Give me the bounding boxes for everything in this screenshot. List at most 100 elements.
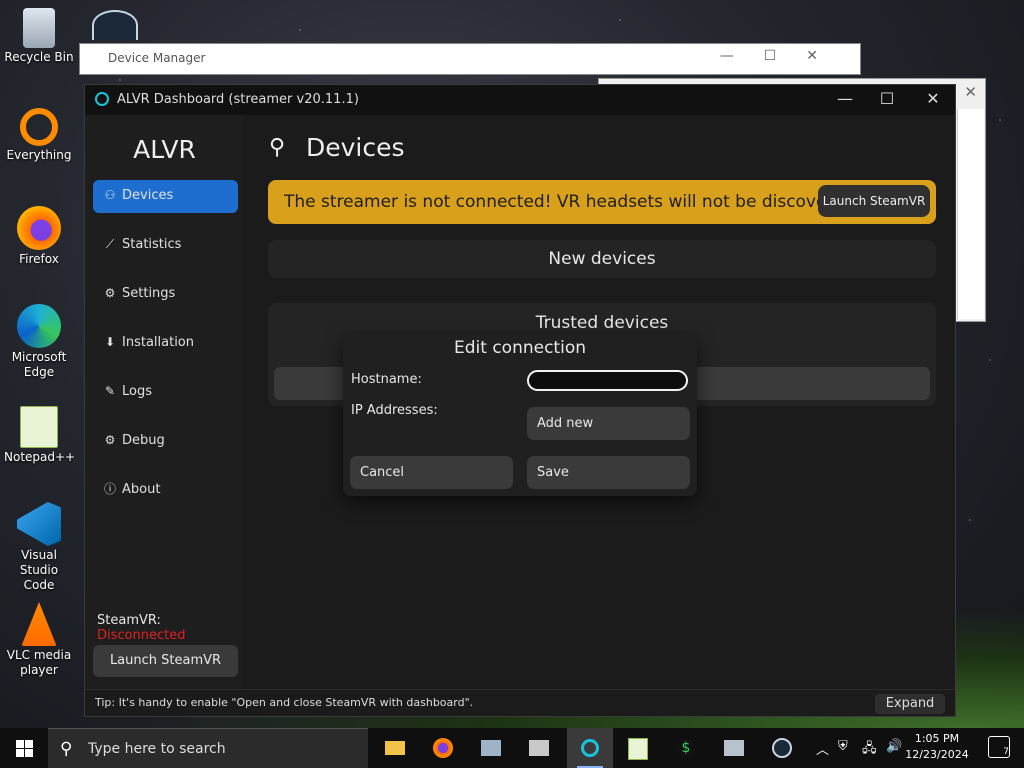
app-brand: ALVR bbox=[133, 135, 196, 164]
taskbar-steam[interactable] bbox=[759, 728, 805, 768]
desktop-icon-vlc[interactable]: VLC media player bbox=[4, 602, 74, 678]
volume-icon[interactable]: 🔊 bbox=[886, 739, 902, 754]
title-bar[interactable]: ALVR Dashboard (streamer v20.11.1) — ☐ ✕ bbox=[85, 85, 955, 115]
sidebar-item-label: Statistics bbox=[122, 237, 182, 252]
notification-center-button[interactable]: 7 bbox=[988, 736, 1010, 758]
device-manager-controls[interactable]: —☐✕ bbox=[720, 48, 848, 64]
ip-addresses-label: IP Addresses: bbox=[351, 403, 438, 418]
sidebar-item-debug[interactable]: ⚙ Debug bbox=[93, 425, 238, 458]
taskbar-app-8[interactable] bbox=[711, 728, 757, 768]
desktop-icon-label: Everything bbox=[6, 148, 72, 162]
steamvr-status: SteamVR: Disconnected bbox=[97, 613, 244, 643]
desktop-icon-edge[interactable]: Microsoft Edge bbox=[4, 304, 74, 380]
plug-icon: ⚲ bbox=[269, 135, 286, 160]
desktop-icon-vscode[interactable]: Visual Studio Code bbox=[4, 502, 74, 593]
sidebar-item-label: Installation bbox=[122, 335, 195, 350]
clock-time: 1:05 PM bbox=[914, 732, 960, 745]
steam-icon bbox=[772, 738, 792, 758]
banner-launch-steamvr-button[interactable]: Launch SteamVR bbox=[818, 185, 930, 217]
alvr-logo-icon bbox=[95, 92, 109, 106]
device-manager-icon bbox=[481, 740, 501, 756]
steam-icon[interactable] bbox=[92, 10, 138, 40]
sidebar-item-logs[interactable]: ✎ Logs bbox=[93, 376, 238, 409]
notification-count: 7 bbox=[1003, 747, 1009, 757]
maximize-button[interactable]: ☐ bbox=[867, 89, 907, 108]
chevron-up-icon[interactable]: ︿ bbox=[816, 739, 829, 758]
dialog-title: Edit connection bbox=[454, 338, 586, 358]
device-manager-window[interactable]: Device Manager —☐✕ bbox=[79, 43, 861, 75]
start-button[interactable] bbox=[0, 728, 48, 768]
sidebar-launch-steamvr-button[interactable]: Launch SteamVR bbox=[93, 645, 238, 677]
sidebar-item-installation[interactable]: ⬇ Installation bbox=[93, 327, 238, 360]
hostname-label: Hostname: bbox=[351, 372, 422, 387]
taskbar-firefox[interactable] bbox=[420, 728, 466, 768]
everything-search-icon bbox=[20, 108, 58, 146]
taskbar-notepadpp[interactable] bbox=[615, 728, 661, 768]
notepadpp-icon bbox=[20, 406, 58, 448]
logs-icon: ✎ bbox=[104, 384, 116, 398]
computer-icon bbox=[529, 740, 549, 756]
desktop-icon-label: Notepad++ bbox=[4, 450, 76, 464]
bug-icon: ⚙ bbox=[104, 433, 116, 447]
taskbar-search[interactable]: ⚲ Type here to search bbox=[48, 728, 368, 768]
warning-banner: The streamer is not connected! VR headse… bbox=[268, 180, 936, 224]
trusted-devices-title: Trusted devices bbox=[535, 313, 669, 333]
network-icon[interactable]: 🖧 bbox=[862, 739, 877, 761]
new-devices-title: New devices bbox=[548, 249, 656, 269]
expand-button[interactable]: Expand bbox=[875, 694, 945, 714]
taskbar-alvr[interactable] bbox=[567, 728, 613, 768]
footer-tip: Tip: It's handy to enable "Open and clos… bbox=[95, 696, 474, 709]
sidebar-item-settings[interactable]: ⚙ Settings bbox=[93, 278, 238, 311]
folder-icon bbox=[385, 741, 405, 755]
desktop-icon-label: VLC media player bbox=[6, 648, 72, 677]
sidebar-item-label: Logs bbox=[122, 384, 152, 399]
edge-icon bbox=[17, 304, 61, 348]
desktop-icon-recycle-bin[interactable]: Recycle Bin bbox=[4, 8, 74, 65]
sidebar-item-statistics[interactable]: ⟋ Statistics bbox=[93, 229, 238, 262]
security-icon[interactable]: ⛨ bbox=[838, 739, 848, 754]
vscode-icon bbox=[17, 502, 61, 546]
taskbar-file-explorer[interactable] bbox=[372, 728, 418, 768]
search-placeholder: Type here to search bbox=[88, 741, 226, 757]
sidebar-item-label: Devices bbox=[122, 188, 174, 203]
add-new-button[interactable]: Add new bbox=[527, 407, 690, 440]
desktop-icon-firefox[interactable]: Firefox bbox=[4, 206, 74, 267]
firefox-icon bbox=[17, 206, 61, 250]
firefox-icon bbox=[433, 738, 453, 758]
sidebar-item-devices[interactable]: ⚇ Devices bbox=[93, 180, 238, 213]
network-drive-icon bbox=[724, 740, 744, 756]
steamvr-status-label: SteamVR: bbox=[97, 613, 161, 628]
taskbar-device-manager[interactable] bbox=[468, 728, 514, 768]
window-title: ALVR Dashboard (streamer v20.11.1) bbox=[117, 92, 359, 107]
alvr-icon bbox=[581, 739, 599, 757]
desktop-icon-everything[interactable]: Everything bbox=[4, 108, 74, 163]
footer-bar: Tip: It's handy to enable "Open and clos… bbox=[85, 689, 955, 716]
vlc-icon bbox=[21, 602, 57, 646]
sidebar-item-label: About bbox=[122, 482, 161, 497]
taskbar-clock[interactable]: 1:05 PM 12/23/2024 bbox=[902, 731, 972, 763]
chart-icon: ⟋ bbox=[105, 237, 115, 251]
banner-message: The streamer is not connected! VR headse… bbox=[284, 192, 855, 212]
page-title: Devices bbox=[306, 133, 405, 162]
taskbar-app-7[interactable]: $ bbox=[663, 728, 709, 768]
sidebar: ALVR ⚇ Devices ⟋ Statistics ⚙ Settings ⬇… bbox=[85, 115, 244, 716]
download-icon: ⬇ bbox=[104, 335, 116, 349]
save-button[interactable]: Save bbox=[527, 456, 690, 489]
search-icon: ⚲ bbox=[60, 739, 73, 759]
close-button[interactable]: ✕ bbox=[913, 89, 953, 108]
taskbar: ⚲ Type here to search $ ︿ ⛨ 🖧 🔊 1:05 PM … bbox=[0, 728, 1024, 768]
edit-connection-dialog: Edit connection Hostname: IP Addresses: … bbox=[343, 334, 697, 496]
desktop-icon-label: Microsoft Edge bbox=[11, 350, 67, 379]
desktop-icon-notepadpp[interactable]: Notepad++ bbox=[4, 406, 76, 465]
background-window-pane bbox=[957, 109, 984, 319]
taskbar-app-4[interactable] bbox=[516, 728, 562, 768]
close-icon[interactable]: ✕ bbox=[964, 83, 977, 101]
info-icon: ⓘ bbox=[103, 482, 116, 496]
new-devices-section: New devices bbox=[268, 240, 936, 278]
desktop-icon-label: Firefox bbox=[19, 252, 59, 266]
gear-icon: ⚙ bbox=[104, 286, 116, 300]
sidebar-item-about[interactable]: ⓘ About bbox=[93, 474, 238, 507]
hostname-input[interactable] bbox=[527, 370, 688, 391]
minimize-button[interactable]: — bbox=[825, 89, 865, 108]
cancel-button[interactable]: Cancel bbox=[350, 456, 513, 489]
